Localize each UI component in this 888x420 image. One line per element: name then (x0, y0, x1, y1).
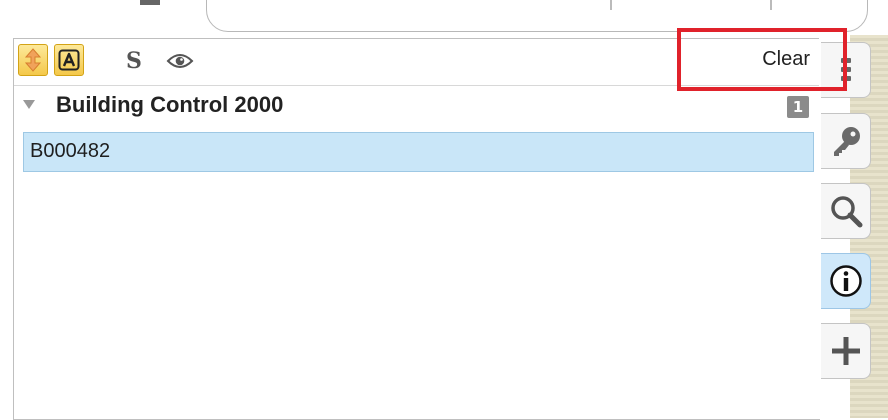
letter-s-icon: S (126, 48, 142, 74)
add-button[interactable] (821, 323, 871, 379)
tab-divider (610, 0, 612, 10)
menu-icon (840, 58, 851, 81)
letter-a-icon (58, 49, 80, 71)
auto-toggle-button[interactable] (54, 44, 84, 76)
clear-button[interactable]: Clear (762, 48, 810, 71)
visibility-toggle-button[interactable] (164, 47, 196, 75)
results-toolbar: S Clear (14, 39, 820, 86)
sort-toggle-button[interactable] (18, 44, 48, 76)
browser-tab[interactable] (206, 0, 868, 32)
group-count-badge: 1 (787, 96, 809, 118)
eye-icon (166, 54, 194, 68)
search-button[interactable] (821, 183, 871, 239)
sort-arrows-icon (24, 48, 42, 72)
info-button[interactable] (821, 253, 871, 309)
key-button[interactable] (821, 113, 871, 169)
browser-tab-strip (0, 0, 888, 38)
collapse-caret-icon[interactable] (23, 100, 35, 109)
result-item[interactable]: B000482 (23, 132, 814, 172)
result-item-label: B000482 (30, 140, 111, 162)
key-icon (833, 127, 860, 156)
tab-divider (770, 0, 772, 10)
group-title: Building Control 2000 (56, 92, 284, 117)
result-group-header[interactable]: Building Control 2000 1 (14, 86, 820, 124)
search-icon (830, 196, 862, 228)
tab-edge-mark (140, 0, 160, 5)
menu-button[interactable] (821, 42, 871, 98)
plus-icon (831, 337, 860, 365)
results-panel: S Clear Building Control 2000 1 B000482 (13, 38, 820, 420)
info-icon (829, 265, 862, 297)
s-toggle-button[interactable]: S (122, 47, 146, 75)
